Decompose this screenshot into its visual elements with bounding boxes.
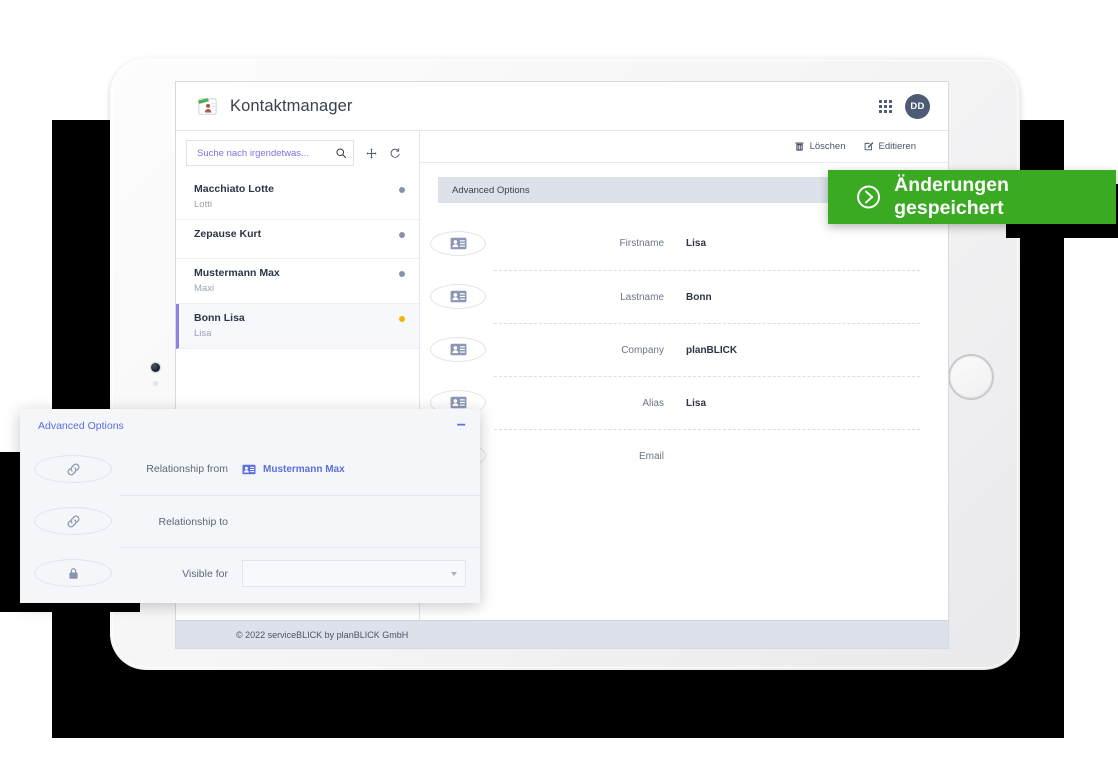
circle-arrow-icon [857, 185, 881, 209]
refresh-icon[interactable] [389, 147, 401, 160]
app-title: Kontaktmanager [230, 96, 353, 115]
contact-field-row[interactable]: Firstname Lisa [430, 217, 920, 270]
field-label: Company [621, 344, 664, 356]
contact-item-alias: Lisa [194, 327, 212, 339]
status-dot [399, 231, 405, 238]
field-label: Email [638, 450, 664, 462]
advanced-row-label: Relationship to [158, 515, 228, 528]
advanced-row-label: Visible for [182, 567, 228, 580]
field-value: planBLICK [686, 344, 738, 356]
advanced-option-row[interactable]: Relationship from Mustermann Max [20, 443, 480, 495]
contact-field-row[interactable]: Lastname Bonn [430, 270, 920, 323]
contact-card-icon [242, 464, 256, 474]
field-label: Firstname [619, 238, 664, 249]
status-dot [399, 187, 405, 193]
delete-button-label: Löschen [809, 141, 846, 152]
header-right-group: DD [879, 93, 930, 119]
relationship-value-chip[interactable]: Mustermann Max [242, 464, 345, 475]
advanced-row-main: Relationship to [120, 495, 480, 547]
contact-item-name: Macchiato Lotte [194, 183, 274, 195]
trash-icon [794, 142, 804, 151]
app-footer: © 2022 serviceBLICK by planBLICK GmbH [176, 620, 948, 648]
toast-message: Änderungen gespeichert [894, 174, 1009, 219]
search-box[interactable] [186, 140, 354, 166]
app-header: Kontaktmanager DD [176, 82, 948, 131]
lock-icon [68, 567, 78, 579]
status-dot [399, 315, 405, 322]
contact-fields: Firstname Lisa Lastname Bonn Company pla… [420, 203, 948, 482]
edit-button[interactable]: Editieren [863, 141, 917, 152]
field-icon-badge [430, 231, 486, 256]
contact-card-icon [450, 237, 466, 250]
relationship-value-label: Mustermann Max [263, 463, 345, 475]
contact-item-text: Zepause Kurt [194, 228, 399, 242]
contact-card-icon [450, 343, 466, 356]
advanced-row-main: Relationship from Mustermann Max [120, 443, 480, 495]
contact-item-text: Bonn Lisa Lisa [194, 312, 399, 340]
contact-item-name: Mustermann Max [194, 266, 280, 279]
field-icon-badge [430, 337, 486, 362]
add-move-icon[interactable] [365, 147, 378, 160]
field-main: Company planBLICK [494, 323, 920, 376]
advanced-row-icon-badge [34, 507, 112, 535]
apps-grid-icon[interactable] [879, 99, 892, 113]
contact-field-row[interactable]: Alias Lisa [430, 376, 920, 429]
advanced-row-main: Visible for [120, 547, 480, 599]
link-icon [67, 515, 79, 527]
edit-pencil-icon [864, 142, 873, 151]
search-input[interactable] [195, 146, 335, 160]
contact-field-row[interactable]: Email [430, 429, 920, 482]
contact-list-item[interactable]: Mustermann Max Maxi [176, 259, 419, 304]
advanced-overlay-rows: Relationship from Mustermann Max Relatio… [20, 443, 480, 599]
advanced-overlay-title: Advanced Options [38, 420, 124, 432]
contact-item-alias: Lotti [194, 198, 212, 210]
field-label: Lastname [620, 291, 664, 303]
chevron-down-icon [451, 571, 457, 576]
contact-card-icon [450, 290, 466, 303]
advanced-row-label: Relationship from [146, 463, 228, 475]
field-main: Firstname Lisa [494, 217, 920, 270]
field-value: Bonn [686, 291, 712, 303]
contact-item-text: Macchiato Lotte Lotti [194, 183, 399, 211]
delete-button[interactable]: Löschen [794, 141, 846, 152]
contact-item-text: Mustermann Max Maxi [194, 267, 399, 295]
search-icon[interactable] [335, 147, 347, 159]
field-value: Lisa [686, 238, 707, 249]
contact-item-alias: Maxi [194, 282, 215, 294]
field-main: Email [494, 429, 920, 482]
advanced-row-icon-badge [34, 455, 112, 483]
status-toast[interactable]: Änderungen gespeichert [828, 170, 1116, 224]
contact-list-item[interactable]: Zepause Kurt [176, 220, 419, 259]
field-main: Alias Lisa [494, 376, 920, 429]
brand-block[interactable]: Kontaktmanager [196, 95, 352, 118]
field-icon-badge [430, 284, 486, 309]
status-dot [399, 270, 405, 277]
link-icon [67, 463, 79, 475]
visible-for-select[interactable] [242, 560, 466, 587]
advanced-option-row[interactable]: Relationship to [20, 495, 480, 547]
contact-item-name: Zepause Kurt [194, 227, 262, 240]
field-value: Lisa [686, 397, 707, 409]
contact-card-icon [450, 396, 466, 409]
avatar[interactable]: DD [905, 93, 930, 119]
minimize-icon[interactable]: − [457, 418, 466, 434]
front-camera-icon [151, 363, 160, 372]
ambient-sensor-icon [153, 381, 158, 386]
contact-list-item[interactable]: Macchiato Lotte Lotti [176, 175, 419, 220]
advanced-overlay-header: Advanced Options − [20, 409, 480, 443]
contact-list-item[interactable]: Bonn Lisa Lisa [176, 303, 419, 349]
detail-action-bar: Löschen Editieren [420, 131, 948, 163]
field-label: Alias [642, 397, 664, 409]
home-button[interactable] [948, 354, 994, 400]
edit-button-label: Editieren [878, 141, 917, 152]
advanced-option-row[interactable]: Visible for [20, 547, 480, 599]
advanced-row-icon-badge [34, 559, 112, 587]
field-main: Lastname Bonn [494, 270, 920, 323]
advanced-options-overlay: Advanced Options − Relationship from Mus… [20, 409, 480, 603]
contact-field-row[interactable]: Company planBLICK [430, 323, 920, 376]
contact-card-logo-icon [197, 97, 217, 115]
search-toolbar [176, 131, 419, 175]
contact-item-name: Bonn Lisa [194, 311, 245, 324]
